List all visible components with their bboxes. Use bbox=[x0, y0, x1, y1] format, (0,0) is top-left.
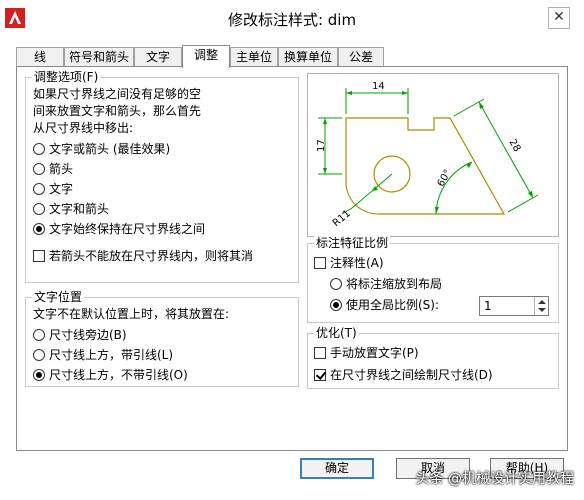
text-placement-title: 文字位置 bbox=[32, 289, 85, 305]
close-button[interactable]: ✕ bbox=[548, 7, 570, 29]
preview-arrowheads bbox=[323, 91, 533, 214]
window-title: 修改标注样式: dim bbox=[227, 11, 357, 29]
suppress-arrows-label[interactable]: 若箭头不能放在尺寸界线内，则将其消 bbox=[49, 248, 253, 264]
close-icon: ✕ bbox=[553, 9, 565, 25]
draw-dim-line-checkbox[interactable] bbox=[314, 369, 326, 381]
draw-dim-line-label[interactable]: 在尺寸界线之间绘制尺寸线(D) bbox=[330, 367, 493, 383]
dim-text-right: 28 bbox=[506, 137, 522, 154]
radio-text-and-arrows[interactable] bbox=[33, 203, 45, 215]
radio-global-scale-label[interactable]: 使用全局比例(S): bbox=[346, 297, 439, 313]
radio-scale-to-layout-label[interactable]: 将标注缩放到布局 bbox=[346, 276, 442, 292]
global-scale-spinner[interactable]: 1 bbox=[479, 296, 549, 316]
tab-tolerances[interactable]: 公差 bbox=[338, 47, 384, 67]
tab-alternate-units[interactable]: 换算单位 bbox=[278, 47, 338, 67]
annotative-label[interactable]: 注释性(A) bbox=[330, 255, 384, 271]
fit-options-title: 调整选项(F) bbox=[32, 69, 101, 85]
preview-dimensions bbox=[318, 88, 539, 215]
scale-features-title: 标注特征比例 bbox=[314, 235, 391, 251]
radio-text-label[interactable]: 文字 bbox=[49, 181, 73, 197]
dim-text-top: 14 bbox=[372, 81, 385, 92]
ok-button[interactable]: 确定 bbox=[300, 458, 374, 479]
radio-text-or-arrows-label[interactable]: 文字或箭头 (最佳效果) bbox=[49, 141, 170, 157]
radio-keep-text-between-label[interactable]: 文字始终保持在尺寸界线之间 bbox=[49, 221, 205, 237]
radio-scale-to-layout[interactable] bbox=[330, 278, 342, 290]
dim-text-angle: 60° bbox=[436, 168, 454, 189]
radio-over-with-leader-label[interactable]: 尺寸线上方，带引线(L) bbox=[49, 347, 173, 363]
suppress-arrows-checkbox[interactable] bbox=[33, 250, 45, 262]
tab-text[interactable]: 文字 bbox=[134, 47, 182, 67]
title-bar: 修改标注样式: dim ✕ bbox=[0, 0, 584, 38]
radio-beside-dim-line-label[interactable]: 尺寸线旁边(B) bbox=[49, 327, 127, 343]
radio-text-and-arrows-label[interactable]: 文字和箭头 bbox=[49, 201, 109, 217]
tab-lines[interactable]: 线 bbox=[16, 47, 64, 67]
fit-options-group: 调整选项(F) 如果尺寸界线之间没有足够的空 间来放置文字和箭头，那么首先 从尺… bbox=[25, 69, 299, 283]
fine-tuning-group: 优化(T) 手动放置文字(P) 在尺寸界线之间绘制尺寸线(D) bbox=[307, 325, 559, 389]
watermark-text: 头条 @机械设计实用教程 bbox=[415, 471, 574, 487]
global-scale-value[interactable]: 1 bbox=[484, 299, 492, 313]
manual-place-text-checkbox[interactable] bbox=[314, 347, 326, 359]
preview-dimension-texts: 14 17 28 60° R11 bbox=[316, 81, 522, 229]
part-outline bbox=[345, 117, 506, 215]
dim-text-left: 17 bbox=[316, 139, 327, 152]
preview-geometry bbox=[345, 117, 506, 215]
spinner-down-icon[interactable] bbox=[538, 308, 546, 312]
spinner-arrows[interactable] bbox=[534, 297, 548, 315]
radio-beside-dim-line[interactable] bbox=[33, 329, 45, 341]
manual-place-text-label[interactable]: 手动放置文字(P) bbox=[330, 345, 419, 361]
radio-text[interactable] bbox=[33, 183, 45, 195]
radio-over-without-leader[interactable] bbox=[33, 369, 45, 381]
tab-symbols-arrows[interactable]: 符号和箭头 bbox=[64, 47, 134, 67]
dimension-style-dialog: 修改标注样式: dim ✕ 线 符号和箭头 文字 调整 主单位 换算单位 公差 … bbox=[0, 0, 584, 500]
fit-desc-line-2: 间来放置文字和箭头，那么首先 bbox=[33, 104, 202, 118]
fit-tab-panel: 调整选项(F) 如果尺寸界线之间没有足够的空 间来放置文字和箭头，那么首先 从尺… bbox=[16, 66, 568, 451]
text-placement-desc: 文字不在默认位置上时，将其放置在: bbox=[33, 307, 230, 321]
radio-arrows-label[interactable]: 箭头 bbox=[49, 161, 73, 177]
radio-text-or-arrows[interactable] bbox=[33, 143, 45, 155]
preview-drawing: 14 17 28 60° R11 bbox=[316, 81, 539, 229]
fine-tuning-title: 优化(T) bbox=[314, 325, 359, 341]
dim-text-radius: R11 bbox=[331, 208, 353, 229]
radio-global-scale[interactable] bbox=[330, 299, 342, 311]
tab-fit[interactable]: 调整 bbox=[182, 45, 230, 68]
spinner-up-icon[interactable] bbox=[538, 300, 546, 304]
radio-keep-text-between[interactable] bbox=[33, 223, 45, 235]
radio-arrows[interactable] bbox=[33, 163, 45, 175]
dimension-preview: 14 17 28 60° R11 bbox=[307, 73, 559, 237]
radio-over-with-leader[interactable] bbox=[33, 349, 45, 361]
tab-primary-units[interactable]: 主单位 bbox=[230, 47, 278, 67]
fit-desc-line-1: 如果尺寸界线之间没有足够的空 bbox=[33, 87, 202, 101]
annotative-checkbox[interactable] bbox=[314, 257, 326, 269]
text-placement-group: 文字位置 文字不在默认位置上时，将其放置在: 尺寸线旁边(B) 尺寸线上方，带引… bbox=[25, 289, 299, 387]
fit-desc-line-3: 从尺寸界线中移出: bbox=[33, 121, 134, 135]
radio-over-without-leader-label[interactable]: 尺寸线上方，不带引线(O) bbox=[49, 367, 188, 383]
